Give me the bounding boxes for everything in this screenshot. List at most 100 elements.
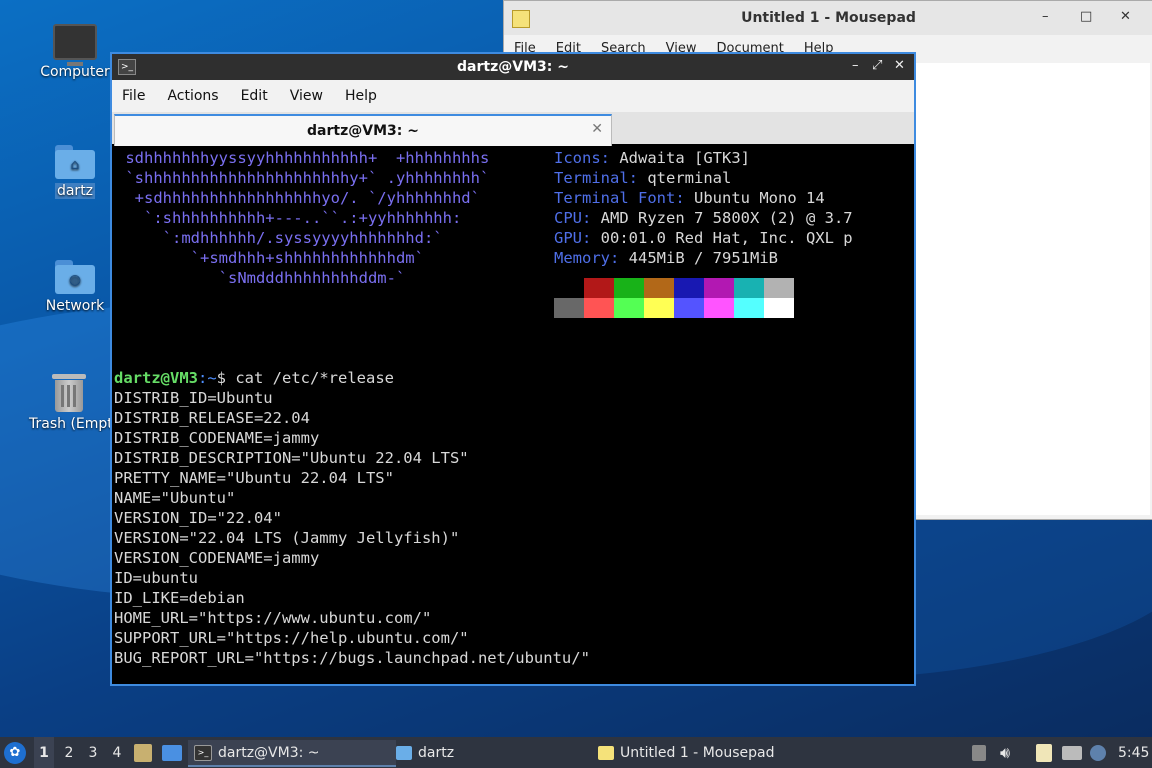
info-line: Terminal Font: Ubuntu Mono 14 [554,189,825,207]
ascii-art-line: +sdhhhhhhhhhhhhhhhhhyo/. `/yhhhhhhhd` [116,189,480,207]
maximize-button[interactable]: □ [1080,9,1092,24]
output-line: ID=ubuntu [114,569,198,587]
terminal-icon: >_ [194,744,212,761]
desktop-icon-label: dartz [54,183,96,199]
trash-icon [52,372,86,412]
menu-file[interactable]: File [122,88,145,104]
terminal-tab[interactable]: dartz@VM3: ~ ✕ [114,114,612,147]
tab-close-icon[interactable]: ✕ [591,121,603,137]
desktop-icon-computer[interactable]: Computer [30,24,120,80]
network-folder-icon: ◍ [55,260,95,294]
ascii-art-line: `shhhhhhhhhhhhhhhhhhhhhhy+` .yhhhhhhhh` [116,169,490,187]
menu-actions[interactable]: Actions [167,88,218,104]
color-swatch [674,298,704,318]
start-menu-button[interactable]: ✿ [4,737,26,768]
workspace-1[interactable]: 1 [34,737,54,768]
show-desktop-button[interactable] [162,737,182,768]
color-swatch [554,298,584,318]
output-line: NAME="Ubuntu" [114,489,236,507]
tray-notes-icon[interactable] [1036,737,1052,768]
color-swatch [734,298,764,318]
color-swatch [764,298,794,318]
tray-clipboard-icon[interactable] [972,737,986,768]
color-swatch [644,298,674,318]
folder-icon [396,745,412,760]
clock[interactable]: 5:45 [1118,737,1149,768]
ascii-art-line: `:shhhhhhhhhh+---..``.:+yyhhhhhhh: [116,209,462,227]
output-line: ID_LIKE=debian [114,589,245,607]
taskbar: ✿ 1 2 3 4 >_ dartz@VM3: ~ dartz Untitled… [0,737,1152,768]
color-swatch [674,278,704,298]
ascii-art-line: `+smdhhh+shhhhhhhhhhhhdm` [116,249,424,267]
desktop-icon-home[interactable]: ⌂ dartz [30,145,120,199]
desktop-icon-label: Computer [40,64,110,80]
info-line: Memory: 445MiB / 7951MiB [554,249,778,267]
output-line: BUG_REPORT_URL="https://bugs.launchpad.n… [114,649,590,667]
volume-icon[interactable]: 🔊︎ [1000,737,1010,768]
network-icon[interactable] [1062,737,1082,768]
output-line: DISTRIB_DESCRIPTION="Ubuntu 22.04 LTS" [114,449,469,467]
close-button[interactable]: ✕ [1120,9,1131,24]
menu-view[interactable]: View [290,88,323,104]
prompt-line: dartz@VM3:~$ cat /etc/*release [114,369,394,387]
color-swatch [704,278,734,298]
task-label: Untitled 1 - Mousepad [620,744,775,761]
text-area[interactable] [909,63,1150,515]
color-swatch [584,298,614,318]
terminal-tabbar: dartz@VM3: ~ ✕ [112,112,914,147]
menu-edit[interactable]: Edit [241,88,268,104]
color-swatch [734,278,764,298]
window-title: dartz@VM3: ~ [457,59,569,75]
maximize-button[interactable]: ⤢ [872,58,882,73]
show-desktop-icon [162,744,182,761]
output-line: VERSION_ID="22.04" [114,509,282,527]
home-folder-icon: ⌂ [55,145,95,179]
ascii-art-line: `sNmdddhhhhhhhhddm-` [116,269,406,287]
output-line: HOME_URL="https://www.ubuntu.com/" [114,609,432,627]
menu-help[interactable]: Help [345,88,377,104]
ascii-art-line: `:mdhhhhhh/.syssyyyyhhhhhhhd:` [116,229,443,247]
mousepad-titlebar[interactable]: Untitled 1 - Mousepad – □ ✕ [504,1,1152,35]
task-mousepad[interactable]: Untitled 1 - Mousepad [592,740,804,765]
desktop-icon-network[interactable]: ◍ Network [30,260,120,314]
color-swatch [584,278,614,298]
file-manager-launcher[interactable] [134,737,152,768]
minimize-button[interactable]: – [852,58,859,73]
color-swatch [554,278,584,298]
workspace-3[interactable]: 3 [84,737,102,768]
color-swatch [614,298,644,318]
workspace-2[interactable]: 2 [60,737,78,768]
output-line: PRETTY_NAME="Ubuntu 22.04 LTS" [114,469,394,487]
output-line: DISTRIB_CODENAME=jammy [114,429,320,447]
task-label: dartz@VM3: ~ [218,744,320,761]
close-button[interactable]: ✕ [894,58,905,73]
color-swatch [614,278,644,298]
task-label: dartz [418,744,455,761]
color-swatch [764,278,794,298]
output-line: SUPPORT_URL="https://help.ubuntu.com/" [114,629,469,647]
info-line: GPU: 00:01.0 Red Hat, Inc. QXL p [554,229,853,247]
desktop-icon-trash[interactable]: Trash (Empty) [24,372,114,436]
app-menu-icon: ✿ [4,741,26,764]
output-line: DISTRIB_RELEASE=22.04 [114,409,310,427]
ascii-art-line: sdhhhhhhhyyssyyhhhhhhhhhhh+ +hhhhhhhhs [116,149,490,167]
terminal-window[interactable]: >_ dartz@VM3: ~ – ⤢ ✕ File Actions Edit … [110,52,916,686]
terminal-output[interactable]: sdhhhhhhhyyssyyhhhhhhhhhhh+ +hhhhhhhhs `… [112,146,914,684]
info-line: Icons: Adwaita [GTK3] [554,149,750,167]
desktop-icon-label: Trash (Empty) [29,416,111,432]
task-terminal[interactable]: >_ dartz@VM3: ~ [188,740,396,767]
minimize-button[interactable]: – [1042,9,1049,24]
text-editor-icon [598,745,614,760]
window-title: Untitled 1 - Mousepad [741,10,916,26]
workspace-4[interactable]: 4 [108,737,126,768]
output-line: DISTRIB_ID=Ubuntu [114,389,273,407]
terminal-titlebar[interactable]: >_ dartz@VM3: ~ – ⤢ ✕ [112,54,914,80]
color-palette [554,278,794,318]
color-swatch [644,278,674,298]
color-swatch [704,298,734,318]
terminal-menubar: File Actions Edit View Help [112,80,914,112]
updates-icon[interactable] [1090,737,1106,768]
tab-title: dartz@VM3: ~ [307,123,419,139]
task-file-manager[interactable]: dartz [390,740,592,765]
file-manager-icon [134,743,152,762]
